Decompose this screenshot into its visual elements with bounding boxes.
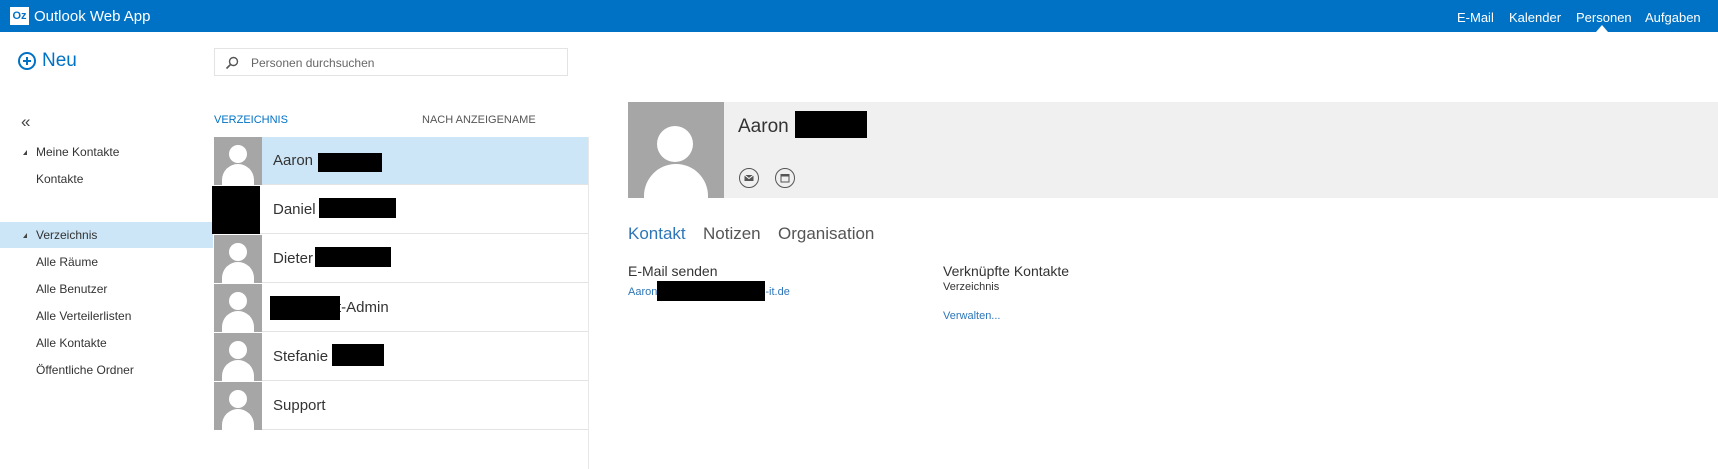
sidebar-item-all-contacts[interactable]: Alle Kontakte xyxy=(0,330,213,356)
contact-list-item[interactable]: Daniel xyxy=(212,186,588,234)
tab-notes[interactable]: Notizen xyxy=(703,224,761,244)
tab-organisation[interactable]: Organisation xyxy=(778,224,874,244)
list-header-directory[interactable]: VERZEICHNIS xyxy=(214,114,288,126)
avatar xyxy=(214,382,262,430)
email-suffix: -it.de xyxy=(765,286,790,298)
topnav-people[interactable]: Personen xyxy=(1576,10,1632,25)
topnav-email[interactable]: E-Mail xyxy=(1457,10,1494,25)
sidebar-item-contacts[interactable]: Kontakte xyxy=(0,166,213,192)
sidebar-item-label: Meine Kontakte xyxy=(36,145,120,159)
top-bar: Oz Outlook Web App E-Mail Kalender Perso… xyxy=(0,0,1718,32)
calendar-icon[interactable] xyxy=(775,168,795,188)
sidebar-item-public-folders[interactable]: Öffentliche Ordner xyxy=(0,357,213,383)
sidebar-item-directory[interactable]: Verzeichnis xyxy=(0,222,213,248)
sidebar-item-label: Alle Räume xyxy=(36,255,99,269)
contact-name: Support xyxy=(273,397,326,414)
redaction-bar xyxy=(318,153,382,172)
contact-detail-header: Aaron xyxy=(628,102,1718,198)
sidebar-item-label: Verzeichnis xyxy=(36,228,98,242)
app-title[interactable]: Outlook Web App xyxy=(34,8,150,25)
sidebar-item-label: Alle Verteilerlisten xyxy=(36,309,132,323)
search-icon xyxy=(225,56,239,75)
email-prefix: Aaron xyxy=(628,286,658,298)
redaction-bar xyxy=(270,296,340,320)
expand-triangle-icon xyxy=(23,150,27,155)
avatar xyxy=(214,284,262,332)
redaction-bar xyxy=(332,344,384,366)
search-input[interactable] xyxy=(249,53,553,73)
send-mail-icon[interactable] xyxy=(739,168,759,188)
tab-contact[interactable]: Kontakt xyxy=(628,224,686,244)
redaction-bar xyxy=(657,281,766,301)
redaction-bar xyxy=(319,198,396,218)
avatar xyxy=(214,137,262,185)
new-button-label: Neu xyxy=(42,50,77,71)
avatar xyxy=(214,235,262,283)
search-box[interactable] xyxy=(214,48,568,76)
add-circle-icon xyxy=(18,52,36,70)
sidebar-item-label: Kontakte xyxy=(36,172,84,186)
contact-list-item[interactable]: Stefanie xyxy=(214,333,588,381)
topnav-tasks[interactable]: Aufgaben xyxy=(1645,10,1701,25)
manage-link[interactable]: Verwalten... xyxy=(943,310,1000,322)
sidebar-item-my-contacts[interactable]: Meine Kontakte xyxy=(0,139,213,165)
contact-name: Daniel xyxy=(273,201,316,218)
contact-detail-name: Aaron xyxy=(738,116,789,137)
contact-name: t-Admin xyxy=(337,299,389,316)
contact-list-item[interactable]: Dieter xyxy=(214,235,588,283)
redaction-bar xyxy=(315,247,391,267)
active-nav-indicator xyxy=(1596,25,1608,32)
avatar xyxy=(212,186,260,234)
contact-list-item[interactable]: Aaron xyxy=(214,137,588,185)
sidebar-item-all-distribution-lists[interactable]: Alle Verteilerlisten xyxy=(0,303,213,329)
send-email-label: E-Mail senden xyxy=(628,263,718,279)
collapse-sidebar-button[interactable]: « xyxy=(21,112,30,132)
linked-contacts-value: Verzeichnis xyxy=(943,281,1000,293)
sidebar-item-label: Öffentliche Ordner xyxy=(36,363,134,377)
email-link[interactable]: Aaron -it.de xyxy=(628,281,790,301)
contact-photo xyxy=(628,102,724,198)
avatar xyxy=(214,333,262,381)
list-header-sort-by-name[interactable]: NACH ANZEIGENAME xyxy=(422,114,536,126)
contact-name: Dieter xyxy=(273,250,314,267)
topnav-calendar[interactable]: Kalender xyxy=(1509,10,1561,25)
contact-name: Stefanie xyxy=(273,348,329,365)
contact-list-item[interactable]: Support xyxy=(214,382,588,430)
contact-list: Aaron Daniel Dieter t-Admin Stefanie Sup… xyxy=(212,137,589,469)
outlook-logo-icon: Oz xyxy=(10,7,29,25)
redaction-bar xyxy=(795,111,867,138)
contact-list-item[interactable]: t-Admin xyxy=(214,284,588,332)
sidebar-item-label: Alle Benutzer xyxy=(36,282,108,296)
sidebar-item-label: Alle Kontakte xyxy=(36,336,107,350)
linked-contacts-label: Verknüpfte Kontakte xyxy=(943,263,1070,279)
expand-triangle-icon xyxy=(23,233,27,238)
sidebar-item-all-users[interactable]: Alle Benutzer xyxy=(0,276,213,302)
contact-name: Aaron xyxy=(273,152,314,169)
sidebar-item-all-rooms[interactable]: Alle Räume xyxy=(0,249,213,275)
